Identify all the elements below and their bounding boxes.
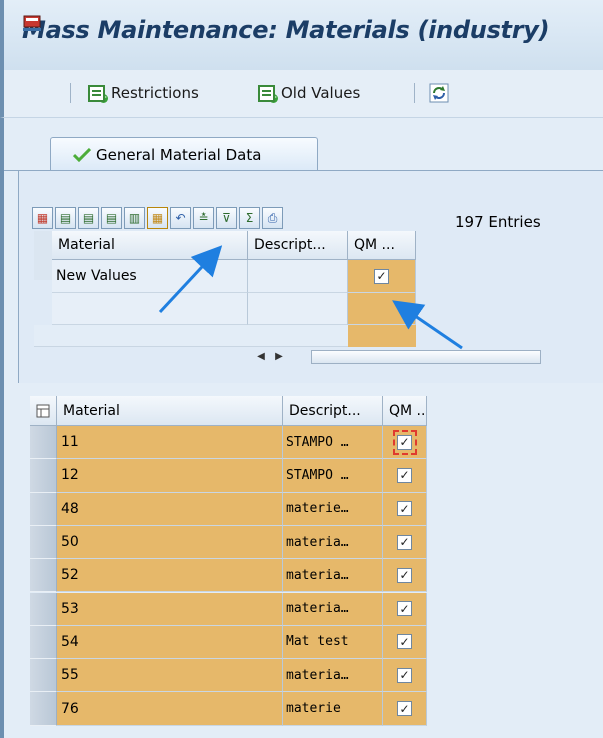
arrow-to-qm-checkbox: [392, 300, 463, 350]
arrow-to-copy-button: [158, 245, 223, 314]
annotation-arrows: [158, 245, 463, 350]
